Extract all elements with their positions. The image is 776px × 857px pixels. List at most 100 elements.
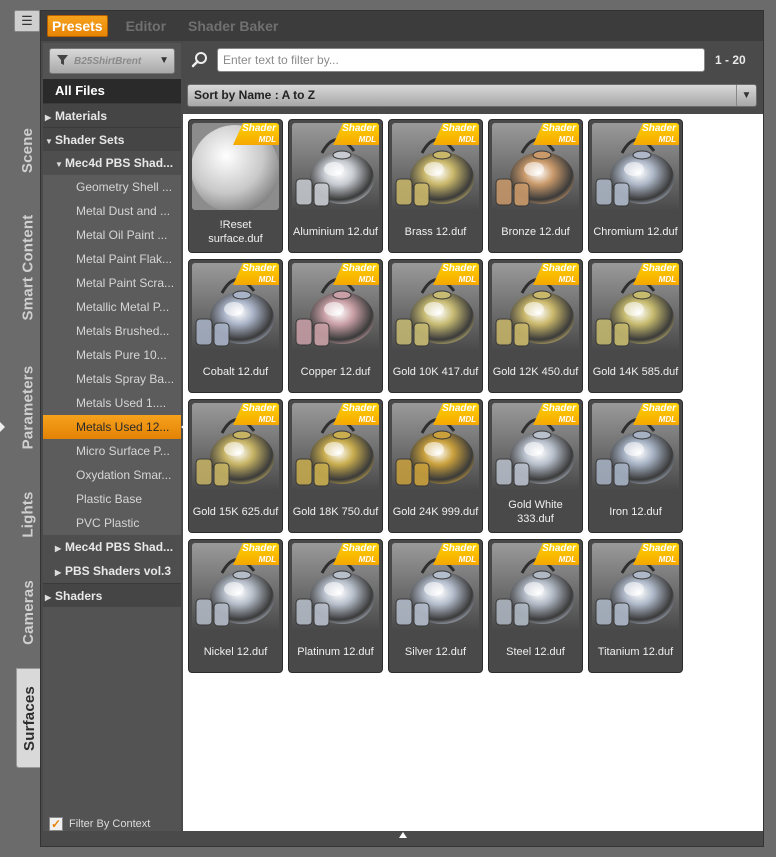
preset-card[interactable]: Shader MDL Aluminium 12.duf	[288, 119, 383, 253]
tree-item[interactable]: Oxydation Smar...	[43, 463, 181, 487]
tree-item[interactable]: ▼ Shader Sets	[43, 127, 181, 151]
tab-editor[interactable]: Editor	[122, 16, 170, 36]
preset-card[interactable]: Shader MDL Iron 12.duf	[588, 399, 683, 533]
tree-item[interactable]: Plastic Base	[43, 487, 181, 511]
tab-shader-baker[interactable]: Shader Baker	[184, 16, 282, 36]
menu-icon: ☰	[21, 13, 33, 28]
preset-card[interactable]: Shader MDL Copper 12.duf	[288, 259, 383, 393]
preset-card[interactable]: Shader MDL Gold 18K 750.duf	[288, 399, 383, 533]
preset-thumbnail: Shader MDL	[392, 543, 479, 630]
tree-item[interactable]: Metal Dust and ...	[43, 199, 181, 223]
preset-label: Nickel 12.duf	[203, 646, 268, 658]
collapsed-arrow-icon[interactable]: ▶	[55, 561, 65, 583]
tree-item[interactable]: Metals Used 1....	[43, 391, 181, 415]
category-tree: All Files ▶ Materials ▼ Shader Sets ▼ Mec4d PB…	[43, 79, 187, 607]
tree-item[interactable]: Micro Surface P...	[43, 439, 181, 463]
filter-by-context[interactable]: ✓ Filter By Context	[49, 817, 150, 831]
preset-card[interactable]: Shader MDL Silver 12.duf	[388, 539, 483, 673]
preset-thumbnail: Shader MDL	[192, 543, 279, 630]
surfaces-pane: ☰ Scene Smart Content Parameters Lights …	[0, 0, 776, 857]
tree-item[interactable]: Metals Brushed...	[43, 319, 181, 343]
preset-card[interactable]: Shader MDL Titanium 12.duf	[588, 539, 683, 673]
preset-card[interactable]: Shader MDL Brass 12.duf	[388, 119, 483, 253]
tree-item-label: Metal Oil Paint ...	[76, 228, 168, 242]
tab-presets[interactable]: Presets	[47, 15, 108, 37]
tree-item[interactable]: Metal Oil Paint ...	[43, 223, 181, 247]
expanded-arrow-icon[interactable]: ▼	[45, 130, 55, 151]
badge-line2: MDL	[558, 415, 576, 424]
tree-item[interactable]: ▶ Shaders	[43, 583, 181, 607]
preset-card[interactable]: Shader MDL Gold White 333.duf	[488, 399, 583, 533]
preset-thumbnail: Shader MDL	[192, 123, 279, 210]
tab-surfaces[interactable]: Surfaces	[16, 668, 43, 768]
tab-parameters[interactable]: Parameters	[14, 352, 42, 462]
tree-item-label: Metal Paint Scra...	[76, 276, 175, 290]
preset-label: !Reset surface.duf	[208, 219, 263, 245]
collapsed-arrow-icon[interactable]: ▶	[45, 106, 55, 127]
preset-label: Silver 12.duf	[404, 646, 467, 658]
preset-card[interactable]: Shader MDL Chromium 12.duf	[588, 119, 683, 253]
preset-thumbnail: Shader MDL	[192, 403, 279, 490]
search-input[interactable]	[217, 48, 705, 72]
tab-smart-content[interactable]: Smart Content	[14, 202, 42, 332]
preset-label: Gold 18K 750.duf	[292, 506, 379, 518]
tree-item[interactable]: Geometry Shell ...	[43, 175, 181, 199]
tab-lights[interactable]: Lights	[14, 477, 42, 552]
tree-item[interactable]: Metals Used 12...	[43, 415, 187, 439]
sort-select[interactable]: Sort by Name : A to Z ▼	[187, 84, 757, 107]
chevron-down-icon: ▼	[159, 55, 169, 66]
path-filter-combo[interactable]: B25ShirtBrent ▼	[49, 48, 175, 74]
tree-item-label: PBS Shaders vol.3	[65, 564, 172, 578]
preset-card[interactable]: Shader MDL Gold 14K 585.duf	[588, 259, 683, 393]
badge-line2: MDL	[258, 555, 276, 564]
expand-arrow-icon[interactable]	[399, 832, 407, 838]
preset-card[interactable]: Shader MDL Gold 10K 417.duf	[388, 259, 483, 393]
preset-card[interactable]: Shader MDL Gold 24K 999.duf	[388, 399, 483, 533]
preset-card[interactable]: Shader MDL Gold 15K 625.duf	[188, 399, 283, 533]
tree-item[interactable]: PVC Plastic	[43, 511, 181, 535]
preset-card[interactable]: Shader MDL Gold 12K 450.duf	[488, 259, 583, 393]
tree-item[interactable]: ▶ Materials	[43, 103, 181, 127]
tree-item-label: Micro Surface P...	[76, 444, 170, 458]
tree-item[interactable]: Metal Paint Flak...	[43, 247, 181, 271]
tree-item-label: Oxydation Smar...	[76, 468, 172, 482]
tree-item[interactable]: ▼ Mec4d PBS Shad...	[43, 151, 181, 175]
preset-thumbnail: Shader MDL	[292, 543, 379, 630]
collapsed-arrow-icon[interactable]: ▶	[45, 586, 55, 607]
badge-line2: MDL	[558, 275, 576, 284]
badge-line2: MDL	[458, 415, 476, 424]
tab-scene[interactable]: Scene	[14, 105, 42, 195]
tree-item-label: Metal Dust and ...	[76, 204, 171, 218]
tab-cameras[interactable]: Cameras	[14, 565, 42, 660]
preset-card[interactable]: Shader MDL Platinum 12.duf	[288, 539, 383, 673]
expanded-arrow-icon[interactable]: ▼	[55, 153, 65, 175]
tree-item[interactable]: Metals Pure 10...	[43, 343, 181, 367]
badge-line2: MDL	[658, 135, 676, 144]
preset-card[interactable]: Shader MDL Cobalt 12.duf	[188, 259, 283, 393]
preset-card[interactable]: Shader MDL !Reset surface.duf	[188, 119, 283, 253]
preset-label: Gold 24K 999.duf	[392, 506, 479, 518]
search-icon[interactable]	[191, 51, 209, 69]
preset-thumbnail: Shader MDL	[492, 543, 579, 630]
tree-item-label: Metals Used 12...	[76, 420, 170, 434]
collapsed-arrow-icon[interactable]: ▶	[55, 537, 65, 559]
tree-item[interactable]: Metallic Metal P...	[43, 295, 181, 319]
page-range: 1 - 20	[715, 53, 746, 67]
tree-item[interactable]: ▶ PBS Shaders vol.3	[43, 559, 181, 583]
collapse-arrow-icon[interactable]	[0, 422, 5, 432]
tab-cameras-label: Cameras	[19, 580, 37, 645]
preset-thumbnail: Shader MDL	[292, 263, 379, 350]
badge-line2: MDL	[558, 555, 576, 564]
preset-card[interactable]: Shader MDL Steel 12.duf	[488, 539, 583, 673]
tree-item[interactable]: Metal Paint Scra...	[43, 271, 181, 295]
filter-by-context-checkbox[interactable]: ✓	[49, 817, 63, 831]
pane-menu-button[interactable]: ☰	[14, 10, 40, 32]
presets-panel: Presets Editor Shader Baker B25ShirtBren…	[40, 10, 764, 847]
tree-item-label: Metal Paint Flak...	[76, 252, 173, 266]
tree-item[interactable]: Metals Spray Ba...	[43, 367, 181, 391]
preset-card[interactable]: Shader MDL Bronze 12.duf	[488, 119, 583, 253]
tree-item-all-files[interactable]: All Files	[43, 79, 181, 103]
tree-item[interactable]: ▶ Mec4d PBS Shad...	[43, 535, 181, 559]
tab-smart-content-label: Smart Content	[19, 214, 37, 320]
preset-card[interactable]: Shader MDL Nickel 12.duf	[188, 539, 283, 673]
